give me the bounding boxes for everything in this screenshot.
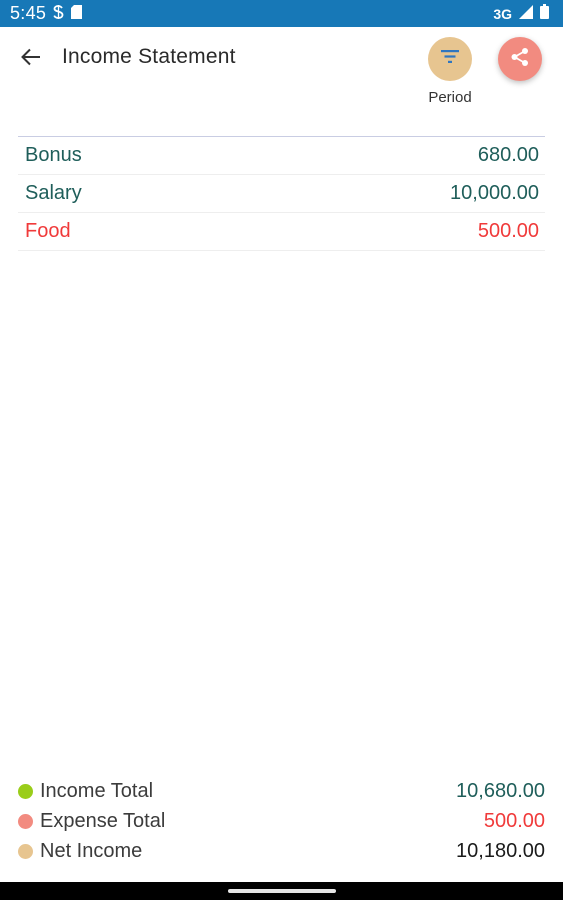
statement-row-food[interactable]: Food 500.00 [18, 213, 545, 251]
entry-name: Salary [25, 182, 82, 204]
sd-card-icon [71, 4, 83, 24]
summary-label: Income Total [40, 779, 154, 802]
battery-icon [540, 3, 549, 24]
s-notification-icon [53, 4, 64, 24]
summary: Income Total 10,680.00 Expense Total 500… [18, 776, 545, 866]
summary-value: 500.00 [483, 809, 545, 832]
filter-icon [441, 50, 459, 68]
status-right: 3G [493, 3, 549, 24]
entry-amount: 680.00 [477, 144, 539, 166]
entry-name: Bonus [25, 144, 82, 166]
signal-icon [519, 4, 533, 24]
navigation-bar [0, 882, 563, 900]
summary-income-total: Income Total 10,680.00 [18, 776, 545, 806]
summary-left: Expense Total [18, 810, 165, 833]
share-button[interactable] [498, 37, 542, 81]
summary-value: 10,180.00 [456, 839, 545, 862]
summary-left: Income Total [18, 780, 153, 803]
summary-value: 10,680.00 [456, 779, 545, 802]
summary-net-income: Net Income 10,180.00 [18, 836, 545, 866]
income-dot-icon [18, 783, 33, 799]
expense-dot-icon [18, 813, 33, 829]
statement-row-salary[interactable]: Salary 10,000.00 [18, 175, 545, 213]
back-button[interactable] [12, 41, 50, 77]
summary-label: Expense Total [40, 809, 166, 832]
statement-row-bonus[interactable]: Bonus 680.00 [18, 137, 545, 175]
summary-left: Net Income [18, 840, 142, 863]
share-icon [510, 47, 530, 72]
status-time: 5:45 [10, 3, 47, 23]
statement-list: Bonus 680.00 Salary 10,000.00 Food 500.0… [18, 136, 545, 251]
net-income-dot-icon [18, 843, 33, 859]
entry-name: Food [25, 220, 71, 242]
back-arrow-icon [21, 48, 41, 71]
period-filter-button[interactable] [428, 37, 472, 81]
status-bar: 5:45 3G [0, 0, 563, 27]
entry-amount: 10,000.00 [450, 182, 539, 204]
summary-label: Net Income [40, 839, 143, 862]
status-left: 5:45 [10, 3, 83, 24]
home-gesture-handle[interactable] [227, 889, 336, 893]
page-title: Income Statement [62, 45, 236, 68]
period-label[interactable]: Period [414, 89, 486, 106]
entry-amount: 500.00 [477, 220, 539, 242]
network-type: 3G [493, 5, 512, 22]
app-bar: Income Statement Period [0, 27, 563, 112]
summary-expense-total: Expense Total 500.00 [18, 806, 545, 836]
